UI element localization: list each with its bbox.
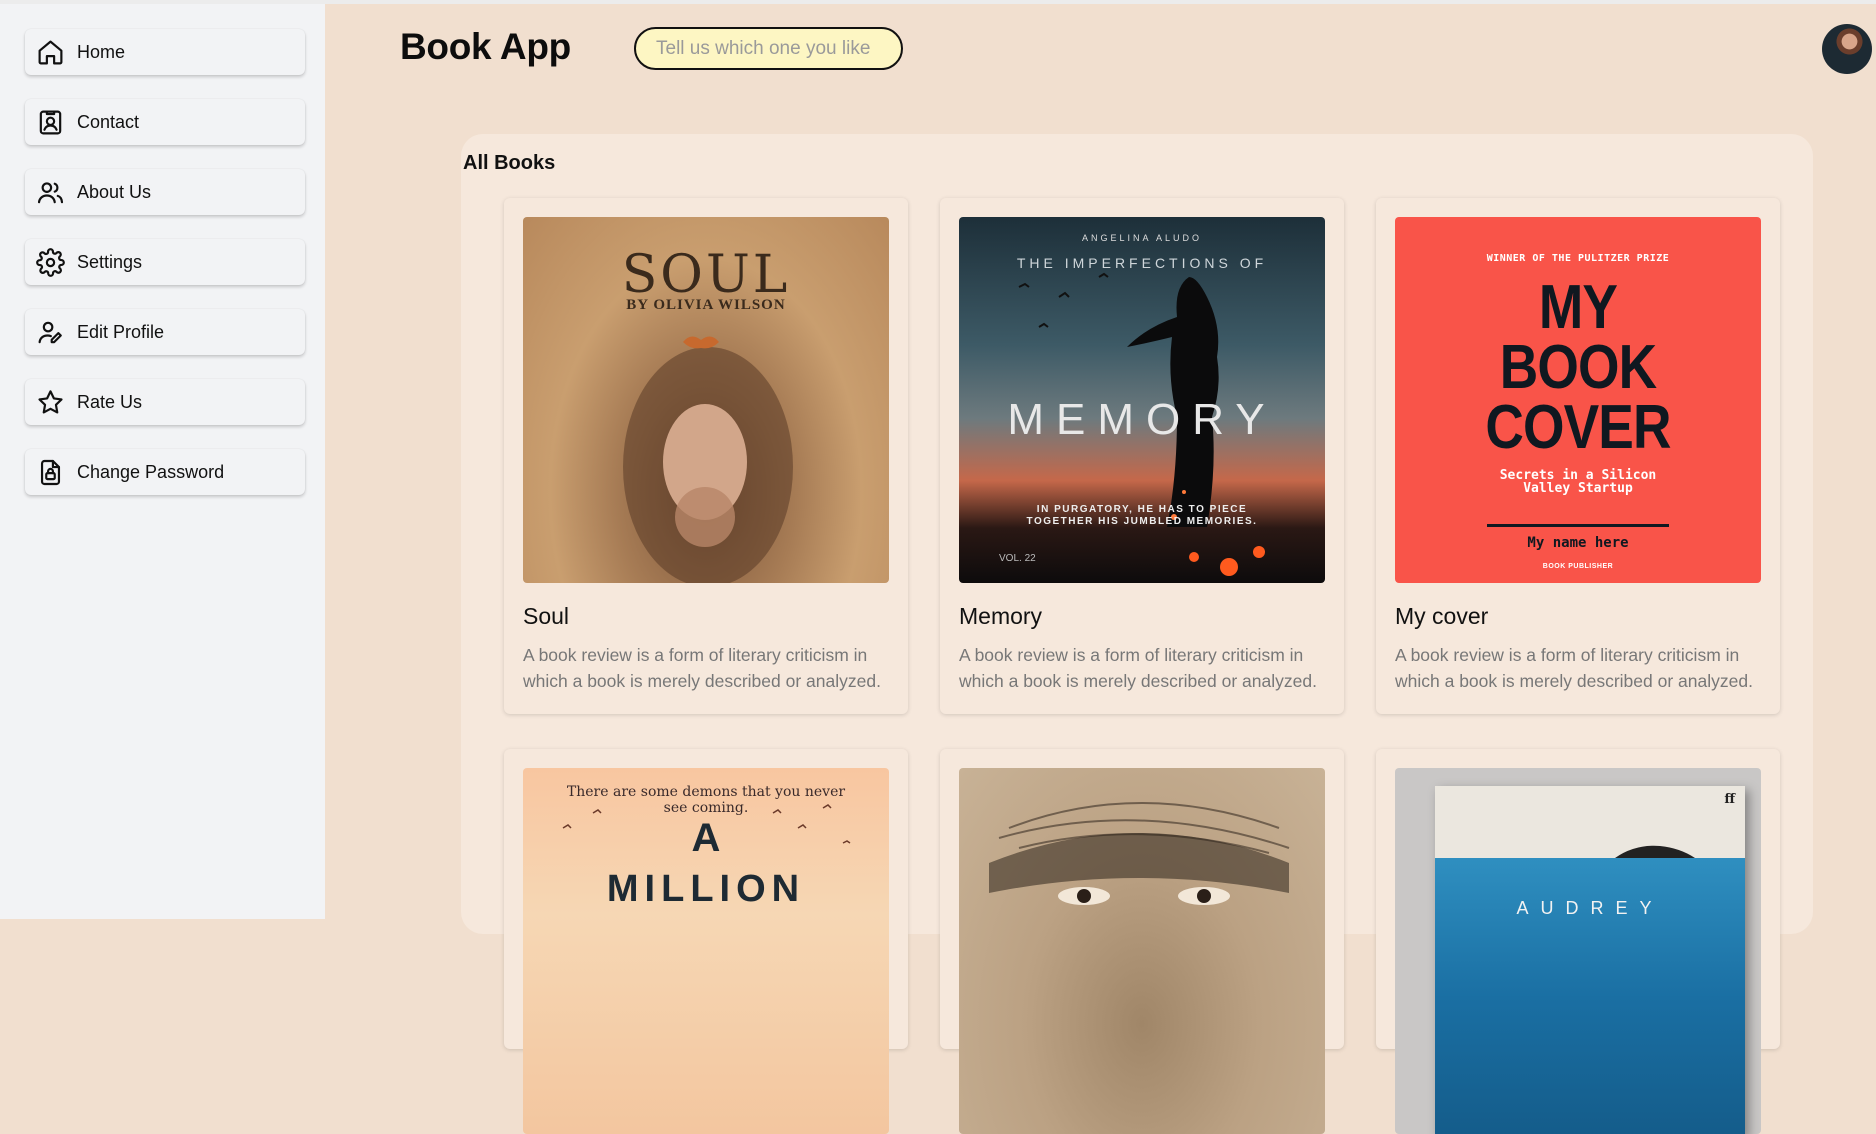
book-card-memory[interactable]: ANGELINA ALUDO THE IMPERFECTIONS OF MEMO…: [940, 198, 1344, 714]
cover-author: BY OLIVIA WILSON: [626, 297, 786, 313]
cover-headline-line-2: MILLION: [606, 868, 806, 910]
users-icon: [37, 181, 64, 203]
sidebar-item-rate-us[interactable]: Rate Us: [25, 379, 305, 425]
sidebar-item-change-password[interactable]: Change Password: [25, 449, 305, 495]
cover-volume: VOL. 22: [999, 553, 1036, 564]
cover-headline-line-1: MY: [1538, 273, 1618, 342]
book-cover[interactable]: ff AUDREY: [1395, 768, 1761, 1134]
cover-author: My name here: [1527, 535, 1629, 551]
book-title[interactable]: Soul: [523, 603, 569, 630]
cover-subtitle: THE IMPERFECTIONS OF: [1016, 255, 1268, 271]
book-cover-my-cover[interactable]: WINNER OF THE PULITZER PRIZE MY BOOK COV…: [1395, 217, 1761, 583]
cover-headline-line-2: BOOK: [1499, 333, 1657, 402]
sidebar-item-about-us[interactable]: About Us: [25, 169, 305, 215]
book-description: A book review is a form of literary crit…: [1395, 645, 1753, 691]
cover-illustration: [989, 802, 1290, 905]
sidebar-item-home[interactable]: Home: [25, 29, 305, 75]
cover-headline-line-1: A: [691, 816, 721, 860]
contact-icon: [39, 110, 62, 134]
cover-publisher: BOOK PUBLISHER: [1542, 563, 1614, 570]
cover-headline: SOUL: [621, 245, 791, 305]
avatar[interactable]: [1822, 24, 1872, 74]
sidebar-item-label: Edit Profile: [77, 321, 165, 342]
book-cover-memory[interactable]: ANGELINA ALUDO THE IMPERFECTIONS OF MEMO…: [959, 217, 1325, 583]
cover-headline-line-3: COVER: [1485, 393, 1671, 462]
sidebar-item-label: Contact: [77, 111, 140, 132]
book-jacket: ff AUDREY: [1435, 786, 1745, 1134]
sidebar-item-label: Settings: [77, 251, 143, 272]
book-description: A book review is a form of literary crit…: [523, 645, 881, 691]
sidebar-item-label: Home: [77, 41, 126, 62]
sidebar: Home Contact About Us Settings Edit Prof…: [0, 4, 325, 919]
book-card[interactable]: [940, 749, 1344, 1134]
book-card-soul[interactable]: SOUL BY OLIVIA WILSON Soul A book review…: [504, 198, 908, 714]
book-title[interactable]: Memory: [959, 603, 1042, 630]
books-panel: All Books SOUL BY OLIVIA WILSON Soul A b…: [461, 134, 1813, 1134]
gear-icon: [36, 247, 65, 277]
book-cover-soul[interactable]: SOUL BY OLIVIA WILSON: [523, 217, 889, 583]
cover-divider: [1487, 524, 1669, 527]
book-description: A book review is a form of literary crit…: [959, 645, 1317, 691]
sidebar-item-contact[interactable]: Contact: [25, 99, 305, 145]
sidebar-item-label: Change Password: [77, 461, 225, 482]
sidebar-item-label: About Us: [77, 181, 152, 202]
search-input[interactable]: [634, 27, 903, 70]
book-title[interactable]: My cover: [1395, 603, 1488, 630]
home-icon: [38, 40, 63, 64]
lock-icon: [40, 459, 61, 485]
cover-tagline: IN PURGATORY, HE HAS TO PIECE TOGETHER H…: [1026, 504, 1258, 527]
edit-user-icon: [38, 321, 62, 343]
book-cover[interactable]: There are some demons that you never see…: [523, 768, 889, 1134]
publisher-logo: ff: [1724, 792, 1735, 807]
book-card[interactable]: There are some demons that you never see…: [504, 749, 908, 1134]
sidebar-item-settings[interactable]: Settings: [25, 239, 305, 285]
sidebar-item-label: Rate Us: [77, 391, 143, 412]
book-cover[interactable]: [959, 768, 1325, 1134]
cover-tagline: There are some demons that you never see…: [566, 784, 846, 816]
section-title: All Books: [463, 152, 556, 174]
app-title: Book App: [400, 26, 571, 67]
cover-headline: MEMORY: [1007, 395, 1277, 444]
book-card[interactable]: ff AUDREY: [1376, 749, 1780, 1134]
cover-award: WINNER OF THE PULITZER PRIZE: [1486, 253, 1670, 264]
star-icon: [38, 389, 63, 413]
sidebar-item-edit-profile[interactable]: Edit Profile: [25, 309, 305, 355]
book-card-my-cover[interactable]: WINNER OF THE PULITZER PRIZE MY BOOK COV…: [1376, 198, 1780, 714]
cover-subtitle: Secrets in a Silicon Valley Startup: [1499, 468, 1657, 496]
cover-author: ANGELINA ALUDO: [1081, 233, 1203, 243]
cover-headline: AUDREY: [1516, 898, 1664, 918]
cover-illustration: [1615, 845, 1695, 858]
